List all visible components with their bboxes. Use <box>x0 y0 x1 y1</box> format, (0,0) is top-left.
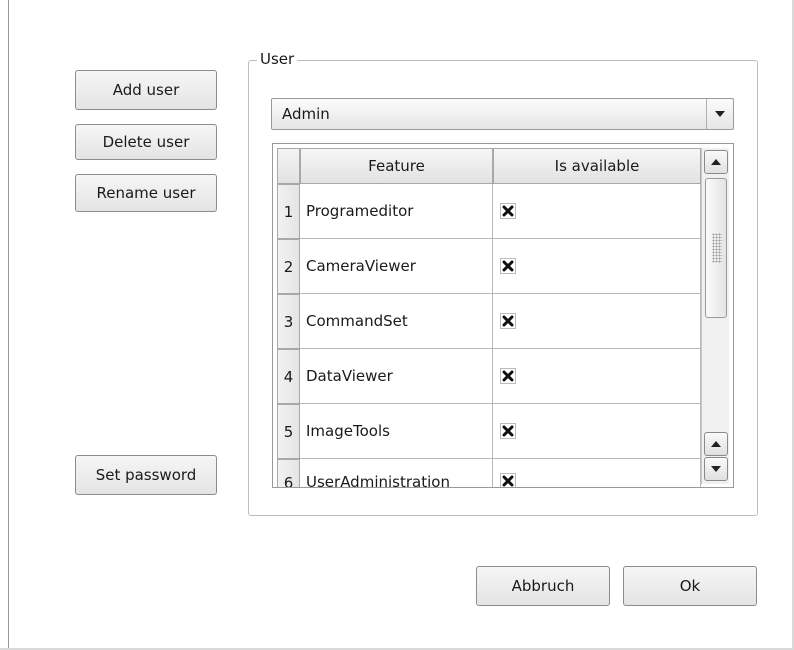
vertical-scrollbar[interactable] <box>701 148 729 484</box>
x-mark-icon <box>500 258 516 274</box>
row-header[interactable]: 2 <box>277 239 300 294</box>
row-header[interactable]: 1 <box>277 184 300 239</box>
feature-cell[interactable]: DataViewer <box>300 349 493 404</box>
scrollbar-thumb[interactable] <box>705 178 727 318</box>
row-header[interactable]: 3 <box>277 294 300 349</box>
arrow-up-icon[interactable] <box>704 432 728 456</box>
availability-cell[interactable] <box>493 349 701 404</box>
feature-cell[interactable]: UserAdministration <box>300 459 493 487</box>
add-user-button[interactable]: Add user <box>75 70 217 110</box>
availability-cell[interactable] <box>493 459 701 487</box>
arrow-up-icon[interactable] <box>704 150 728 174</box>
column-header-is-available[interactable]: Is available <box>493 148 701 184</box>
availability-cell[interactable] <box>493 239 701 294</box>
x-mark-icon <box>500 473 516 487</box>
set-password-button[interactable]: Set password <box>75 455 217 495</box>
table-corner-header <box>277 148 300 184</box>
feature-cell[interactable]: CameraViewer <box>300 239 493 294</box>
groupbox-title: User <box>257 50 298 68</box>
row-header[interactable]: 6 <box>277 459 300 487</box>
grip-icon <box>712 233 722 263</box>
feature-cell[interactable]: Programeditor <box>300 184 493 239</box>
feature-cell[interactable]: ImageTools <box>300 404 493 459</box>
user-select[interactable]: Admin <box>271 98 734 130</box>
x-mark-icon <box>500 368 516 384</box>
rename-user-button[interactable]: Rename user <box>75 174 217 212</box>
row-header[interactable]: 5 <box>277 404 300 459</box>
window-left-border <box>0 0 9 650</box>
x-mark-icon <box>500 313 516 329</box>
chevron-down-icon[interactable] <box>706 99 733 129</box>
column-header-feature[interactable]: Feature <box>300 148 493 184</box>
feature-cell[interactable]: CommandSet <box>300 294 493 349</box>
availability-cell[interactable] <box>493 184 701 239</box>
x-mark-icon <box>500 203 516 219</box>
feature-table: Feature Is available 1 Programeditor 2 C… <box>272 143 734 488</box>
availability-cell[interactable] <box>493 294 701 349</box>
cancel-button[interactable]: Abbruch <box>476 566 610 606</box>
arrow-down-icon[interactable] <box>704 457 728 481</box>
x-mark-icon <box>500 423 516 439</box>
row-header[interactable]: 4 <box>277 349 300 404</box>
availability-cell[interactable] <box>493 404 701 459</box>
user-select-value: Admin <box>282 105 330 123</box>
ok-button[interactable]: Ok <box>623 566 757 606</box>
delete-user-button[interactable]: Delete user <box>75 124 217 160</box>
